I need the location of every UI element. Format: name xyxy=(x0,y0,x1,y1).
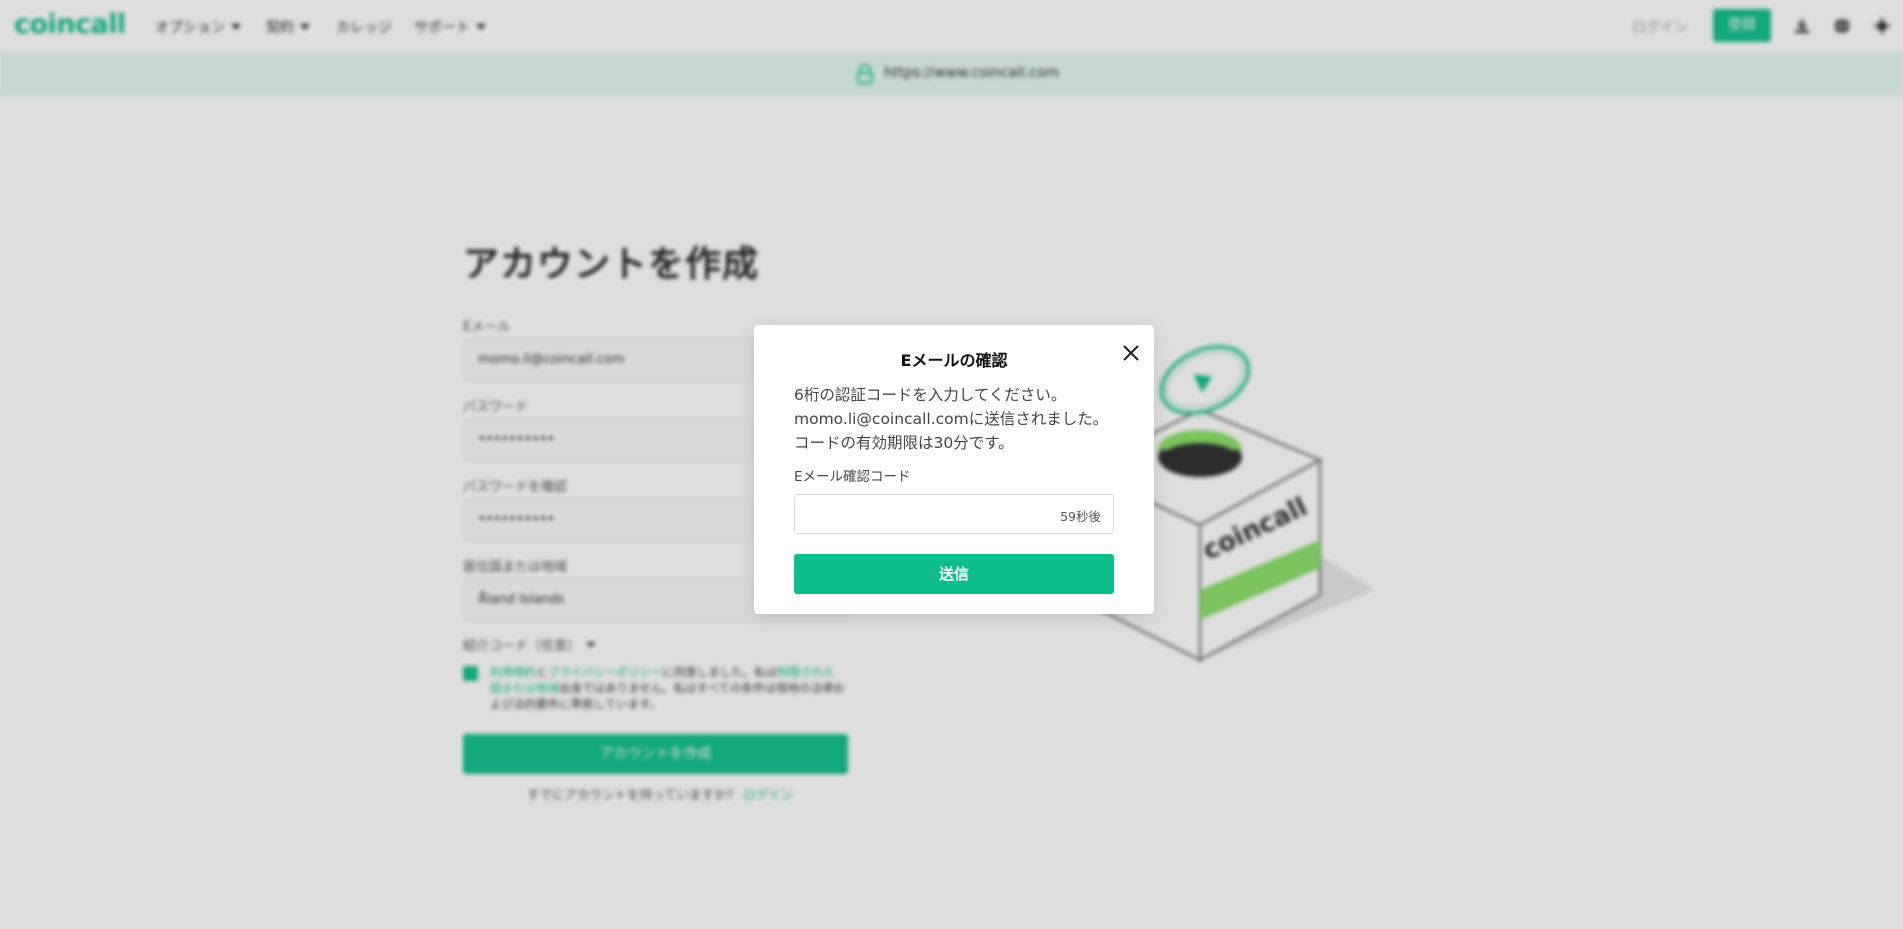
verification-code-field: 59秒後 xyxy=(794,494,1114,534)
resend-countdown: 59秒後 xyxy=(1060,509,1101,524)
email-verification-dialog: Eメールの確認 6桁の認証コードを入力してください。 momo.li@coinc… xyxy=(754,325,1154,614)
send-button[interactable]: 送信 xyxy=(794,554,1114,594)
close-icon[interactable] xyxy=(1120,342,1142,364)
verification-code-label: Eメール確認コード xyxy=(794,469,911,485)
dialog-title: Eメールの確認 xyxy=(900,351,1008,370)
dialog-message: 6桁の認証コードを入力してください。 momo.li@coincall.comに… xyxy=(794,386,1109,452)
verification-code-input[interactable] xyxy=(795,495,1045,533)
